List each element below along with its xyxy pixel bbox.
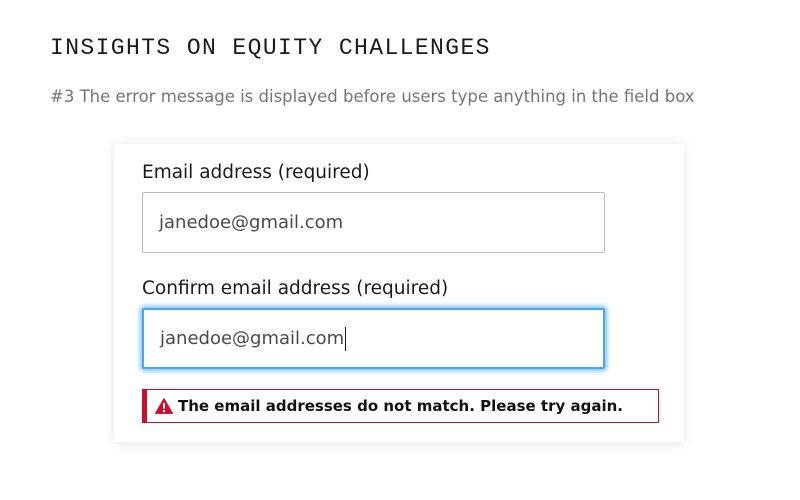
confirm-email-field-label: Confirm email address (required) xyxy=(142,278,449,299)
confirm-email-field[interactable]: janedoe@gmail.com xyxy=(142,308,605,369)
email-field-label: Email address (required) xyxy=(142,162,370,183)
confirm-email-field-value: janedoe@gmail.com xyxy=(160,328,345,349)
text-caret xyxy=(345,326,347,351)
page-subtitle: #3 The error message is displayed before… xyxy=(50,87,695,106)
email-field[interactable]: janedoe@gmail.com xyxy=(142,192,605,253)
email-form-card: Email address (required) janedoe@gmail.c… xyxy=(114,144,684,442)
warning-triangle-icon xyxy=(155,398,173,414)
error-message-text: The email addresses do not match. Please… xyxy=(178,397,623,415)
page-title: INSIGHTS ON EQUITY CHALLENGES xyxy=(50,35,491,61)
error-message: The email addresses do not match. Please… xyxy=(142,389,659,423)
email-field-value: janedoe@gmail.com xyxy=(159,212,344,233)
